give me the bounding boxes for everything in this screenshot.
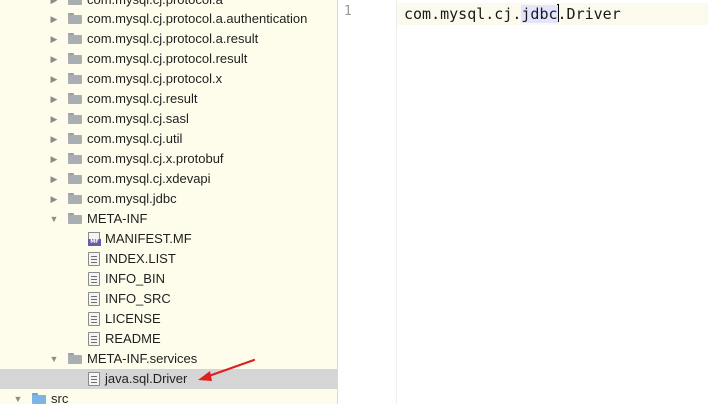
folder-icon: [68, 193, 82, 204]
tree-item-folder[interactable]: ▼ META-INF.services: [0, 349, 337, 369]
tree-item-label: META-INF: [87, 211, 148, 226]
line-number: 1: [344, 4, 352, 19]
chevron-right-icon[interactable]: ▶: [48, 169, 60, 189]
tree-item-label: INFO_SRC: [105, 291, 171, 306]
text-file-icon: [88, 292, 100, 306]
code-text-after: .Driver: [557, 5, 621, 23]
tree-item-label: INDEX.LIST: [105, 251, 176, 266]
tree-item-label: com.mysql.cj.protocol.a.result: [87, 31, 259, 46]
ide-window: ▶ com.mysql.cj.protocol.a ▶ com.mysql.cj…: [0, 0, 708, 404]
tree-item-file[interactable]: LICENSE: [0, 309, 337, 329]
text-file-icon: [88, 272, 100, 286]
editor-gutter: 1: [339, 0, 397, 404]
tree-item-label: INFO_BIN: [105, 271, 165, 286]
tree-item-folder[interactable]: ▶ com.mysql.cj.sasl: [0, 109, 337, 129]
tree-item-folder[interactable]: ▶ com.mysql.jdbc: [0, 189, 337, 209]
tree-item-label: com.mysql.cj.protocol.x: [87, 71, 223, 86]
chevron-right-icon[interactable]: ▶: [48, 189, 60, 209]
manifest-file-icon: MF: [88, 232, 101, 246]
tree-item-label: src: [51, 391, 69, 404]
folder-icon: [68, 213, 82, 224]
tree-item-folder[interactable]: ▶ com.mysql.cj.protocol.x: [0, 69, 337, 89]
chevron-right-icon[interactable]: ▶: [48, 29, 60, 49]
tree-item-label: com.mysql.cj.protocol.result: [87, 51, 248, 66]
tree-item-folder[interactable]: ▶ com.mysql.cj.result: [0, 89, 337, 109]
tree-item-label: com.mysql.cj.x.protobuf: [87, 151, 224, 166]
tree-item-label: META-INF.services: [87, 351, 198, 366]
code-line[interactable]: com.mysql.cj.jdbc.Driver: [404, 4, 621, 24]
chevron-right-icon[interactable]: ▶: [48, 9, 60, 29]
folder-icon: [68, 13, 82, 24]
project-tree: ▶ com.mysql.cj.protocol.a ▶ com.mysql.cj…: [0, 0, 338, 404]
text-file-icon: [88, 372, 100, 386]
folder-icon: [68, 353, 82, 364]
tree-item-label: com.mysql.cj.util: [87, 131, 183, 146]
tree-item-label: LICENSE: [105, 311, 161, 326]
folder-icon: [68, 93, 82, 104]
tree-item-label: com.mysql.cj.protocol.a.authentication: [87, 11, 308, 26]
tree-item-file[interactable]: INFO_SRC: [0, 289, 337, 309]
tree-item-folder[interactable]: ▼ META-INF: [0, 209, 337, 229]
folder-icon: [68, 73, 82, 84]
code-text-highlight: jdbc: [521, 5, 558, 23]
chevron-down-icon[interactable]: ▼: [48, 349, 60, 369]
tree-item-label: java.sql.Driver: [105, 371, 188, 386]
chevron-right-icon[interactable]: ▶: [48, 69, 60, 89]
chevron-right-icon[interactable]: ▶: [48, 109, 60, 129]
chevron-right-icon[interactable]: ▶: [48, 49, 60, 69]
chevron-right-icon[interactable]: ▶: [48, 89, 60, 109]
tree-item-folder[interactable]: ▶ com.mysql.cj.xdevapi: [0, 169, 337, 189]
tree-item-label: README: [105, 331, 161, 346]
code-editor[interactable]: com.mysql.cj.jdbc.Driver: [397, 0, 708, 404]
tree-item-folder[interactable]: ▼ src: [0, 389, 337, 404]
tree-item-label: MANIFEST.MF: [105, 231, 192, 246]
chevron-right-icon[interactable]: ▶: [48, 129, 60, 149]
text-file-icon: [88, 332, 100, 346]
folder-icon: [68, 153, 82, 164]
tree-item-file[interactable]: MF MANIFEST.MF: [0, 229, 337, 249]
tree-item-label: com.mysql.cj.sasl: [87, 111, 189, 126]
tree-item-file-selected[interactable]: java.sql.Driver: [0, 369, 337, 389]
folder-icon: [68, 173, 82, 184]
tree-item-label: com.mysql.jdbc: [87, 191, 177, 206]
tree-item-file[interactable]: INDEX.LIST: [0, 249, 337, 269]
folder-icon: [68, 0, 82, 5]
tree-item-label: com.mysql.cj.result: [87, 91, 198, 106]
folder-icon: [68, 53, 82, 64]
chevron-right-icon[interactable]: ▶: [48, 149, 60, 169]
tree-item-folder[interactable]: ▶ com.mysql.cj.protocol.a.result: [0, 29, 337, 49]
tree-item-folder[interactable]: ▶ com.mysql.cj.protocol.a.authentication: [0, 9, 337, 29]
code-text-before: com.mysql.cj.: [404, 5, 522, 23]
annotation-arrow-icon: [198, 358, 256, 381]
tree-item-folder[interactable]: ▶ com.mysql.cj.x.protobuf: [0, 149, 337, 169]
tree-item-label: com.mysql.cj.xdevapi: [87, 171, 211, 186]
text-file-icon: [88, 252, 100, 266]
tree-item-folder[interactable]: ▶ com.mysql.cj.protocol.result: [0, 49, 337, 69]
folder-icon: [68, 133, 82, 144]
folder-icon: [68, 33, 82, 44]
text-file-icon: [88, 312, 100, 326]
source-folder-icon: [32, 393, 46, 404]
chevron-down-icon[interactable]: ▼: [48, 209, 60, 229]
tree-item-folder[interactable]: ▶ com.mysql.cj.util: [0, 129, 337, 149]
tree-item-file[interactable]: README: [0, 329, 337, 349]
folder-icon: [68, 113, 82, 124]
chevron-down-icon[interactable]: ▼: [12, 389, 24, 404]
tree-item-file[interactable]: INFO_BIN: [0, 269, 337, 289]
